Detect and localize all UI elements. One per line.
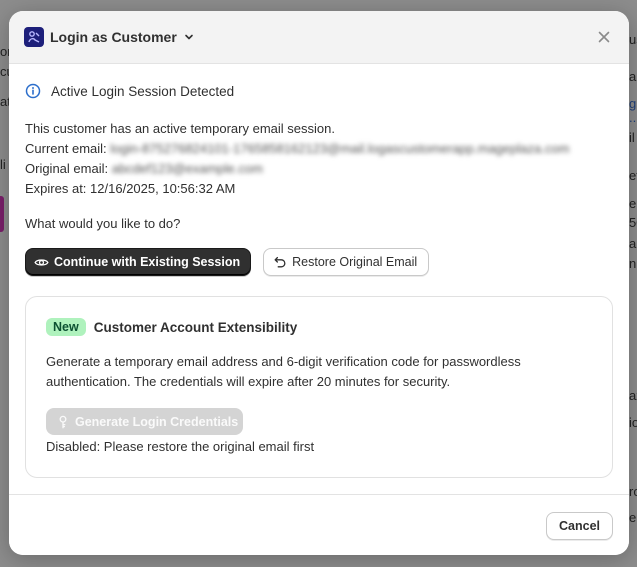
bg-fragment: li — [0, 157, 6, 172]
action-buttons: Continue with Existing Session Restore O… — [25, 248, 613, 276]
bg-fragment: 50 — [629, 215, 637, 230]
expires-label: Expires at: — [25, 181, 87, 196]
current-email-label: Current email: — [25, 141, 107, 156]
continue-session-button[interactable]: Continue with Existing Session — [25, 248, 252, 276]
bg-fragment: el — [629, 196, 637, 211]
current-email-row: Current email: login-875276824101-176585… — [25, 139, 613, 159]
login-as-customer-modal: Login as Customer Active Login Session D… — [9, 11, 629, 555]
bg-fragment: ar — [629, 236, 637, 251]
card-header: New Customer Account Extensibility — [46, 318, 592, 336]
bg-fragment: ro — [629, 484, 637, 499]
original-email-label: Original email: — [25, 161, 109, 176]
bg-fragment: us — [629, 32, 637, 47]
modal-body: Active Login Session Detected This custo… — [9, 82, 629, 478]
bg-fragment: ef — [629, 168, 637, 183]
cancel-button[interactable]: Cancel — [546, 512, 613, 540]
key-icon — [56, 415, 70, 429]
bg-fragment: ni — [629, 256, 637, 271]
close-icon[interactable] — [593, 26, 615, 48]
current-email-value: login-875276824101-1765858162123@mail.lo… — [110, 141, 570, 156]
bg-fragment: .. — [629, 110, 637, 125]
continue-session-label: Continue with Existing Session — [54, 255, 241, 269]
eye-icon — [34, 255, 49, 270]
bg-fragment: ax — [629, 388, 637, 403]
bg-fragment: a — [629, 69, 637, 84]
expires-value: 12/16/2025, 10:56:32 AM — [90, 181, 236, 196]
banner-text: Active Login Session Detected — [51, 83, 235, 99]
active-session-banner: Active Login Session Detected — [25, 82, 613, 100]
bg-fragment: g — [629, 96, 637, 111]
original-email-value: abcdef123@example.com — [111, 161, 263, 176]
extensibility-card: New Customer Account Extensibility Gener… — [25, 296, 613, 478]
new-badge: New — [46, 318, 86, 336]
disabled-note: Disabled: Please restore the original em… — [46, 439, 315, 454]
chevron-down-icon — [183, 31, 195, 43]
modal-header: Login as Customer — [9, 11, 629, 64]
undo-icon — [273, 255, 287, 269]
restore-email-button[interactable]: Restore Original Email — [263, 248, 430, 276]
modal-footer: Cancel — [9, 494, 629, 555]
original-email-row: Original email: abcdef123@example.com — [25, 159, 613, 179]
bg-fragment: er — [629, 510, 637, 525]
generate-credentials-button[interactable]: Generate Login Credentials — [46, 408, 243, 435]
modal-title: Login as Customer — [50, 29, 177, 45]
bg-fragment: io — [629, 415, 637, 430]
expires-row: Expires at: 12/16/2025, 10:56:32 AM — [25, 179, 613, 199]
bg-fragment: il — [629, 130, 635, 145]
info-circle-icon — [25, 83, 41, 99]
session-intro: This customer has an active temporary em… — [25, 121, 335, 136]
card-title: Customer Account Extensibility — [93, 319, 298, 335]
restore-email-label: Restore Original Email — [292, 255, 418, 269]
session-info: This customer has an active temporary em… — [25, 119, 613, 199]
card-description: Generate a temporary email address and 6… — [46, 354, 521, 389]
action-question: What would you like to do? — [25, 216, 181, 231]
title-dropdown[interactable]: Login as Customer — [24, 27, 195, 47]
bg-sidebar-marker — [0, 196, 4, 232]
generate-credentials-label: Generate Login Credentials — [75, 414, 239, 429]
app-logo-icon — [24, 27, 44, 47]
